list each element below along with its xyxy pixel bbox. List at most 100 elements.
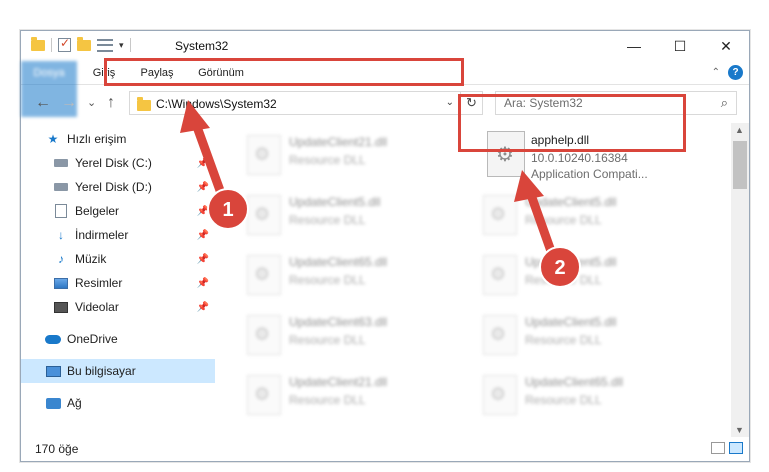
- sidebar-item-label: Bu bilgisayar: [67, 364, 136, 378]
- tiles-view-icon[interactable]: [729, 442, 743, 454]
- pictures-icon: [53, 275, 69, 291]
- sidebar-item-label: Ağ: [67, 396, 82, 410]
- folder-icon: [137, 97, 151, 111]
- list-item[interactable]: UpdateClient63.dll Resource DLL: [243, 309, 473, 365]
- file-name: UpdateClient5.dll: [525, 255, 617, 269]
- file-highlight-box: [458, 94, 686, 152]
- download-icon: ↓: [58, 228, 64, 242]
- sidebar-item-label: OneDrive: [67, 332, 118, 346]
- disk-icon: [53, 179, 69, 195]
- sidebar-item-this-pc[interactable]: Bu bilgisayar: [21, 359, 215, 383]
- sidebar-item-videos[interactable]: Videolar 📌: [21, 295, 215, 319]
- list-item[interactable]: UpdateClient21.dll Resource DLL: [243, 129, 473, 185]
- sidebar-item-documents[interactable]: Belgeler 📌: [21, 199, 215, 223]
- address-highlight-box: [104, 58, 464, 86]
- file-version: 10.0.10240.16384: [531, 151, 628, 165]
- folder-icon: [31, 36, 45, 51]
- file-name: UpdateClient5.dll: [525, 195, 617, 209]
- file-type: Resource DLL: [289, 153, 366, 167]
- pin-icon[interactable]: 📌: [197, 254, 209, 265]
- properties-icon[interactable]: [58, 36, 71, 52]
- navigation-pane: ★ Hızlı erişim Yerel Disk (C:) 📌 Yerel D…: [21, 123, 215, 437]
- file-name: UpdateClient65.dll: [525, 375, 624, 389]
- sidebar-item-onedrive[interactable]: OneDrive: [21, 327, 215, 351]
- dll-file-icon: [483, 375, 517, 415]
- pin-icon[interactable]: 📌: [197, 206, 209, 217]
- file-type: Resource DLL: [289, 393, 366, 407]
- list-item[interactable]: UpdateClient21.dll Resource DLL: [243, 369, 473, 425]
- sidebar-item-local-disk-c[interactable]: Yerel Disk (C:) 📌: [21, 151, 215, 175]
- videos-icon: [53, 299, 69, 315]
- forward-button[interactable]: →: [61, 94, 77, 112]
- file-description: Application Compati...: [531, 167, 648, 181]
- chevron-down-icon[interactable]: ▾: [119, 40, 124, 51]
- minimize-button[interactable]: —: [611, 31, 657, 61]
- list-item[interactable]: UpdateClient5.dll Resource DLL: [479, 189, 709, 245]
- sidebar-item-downloads[interactable]: ↓ İndirmeler 📌: [21, 223, 215, 247]
- ribbon-controls: ⌃ ?: [712, 65, 743, 80]
- sidebar-item-label: Belgeler: [75, 204, 120, 218]
- sidebar-item-pictures[interactable]: Resimler 📌: [21, 271, 215, 295]
- sidebar-item-music[interactable]: ♪ Müzik 📌: [21, 247, 215, 271]
- search-icon[interactable]: ⌕: [721, 95, 728, 111]
- quick-access-toolbar: ▾: [31, 36, 131, 52]
- dll-file-icon: [247, 315, 281, 355]
- list-item[interactable]: UpdateClient5.dll Resource DLL: [479, 309, 709, 365]
- list-item[interactable]: UpdateClient65.dll Resource DLL: [243, 249, 473, 305]
- dll-file-icon: [483, 255, 517, 295]
- file-name: UpdateClient5.dll: [525, 315, 617, 329]
- network-icon: [45, 395, 61, 411]
- sidebar-item-label: Hızlı erişim: [67, 132, 127, 146]
- pin-icon[interactable]: 📌: [197, 158, 209, 169]
- sidebar-item-label: Yerel Disk (C:): [75, 156, 152, 170]
- sidebar-item-local-disk-d[interactable]: Yerel Disk (D:) 📌: [21, 175, 215, 199]
- pin-icon[interactable]: 📌: [197, 278, 209, 289]
- file-name: UpdateClient21.dll: [289, 135, 388, 149]
- file-type: Resource DLL: [289, 273, 366, 287]
- chevron-up-icon[interactable]: ⌃: [712, 67, 720, 78]
- window-controls: — ☐ ✕: [611, 31, 749, 61]
- scroll-down-icon[interactable]: ▼: [735, 425, 744, 435]
- dll-file-icon: [247, 375, 281, 415]
- customize-icon[interactable]: [97, 38, 113, 52]
- address-bar[interactable]: C:\Windows\System32 ⌄ ↻: [129, 91, 483, 115]
- music-icon: ♪: [58, 252, 64, 266]
- new-folder-icon[interactable]: [77, 36, 91, 51]
- cloud-icon: [45, 331, 61, 347]
- sidebar-item-label: Resimler: [75, 276, 123, 290]
- sidebar-item-label: Yerel Disk (D:): [75, 180, 152, 194]
- dll-file-icon: [247, 195, 281, 235]
- pin-icon[interactable]: 📌: [197, 182, 209, 193]
- list-item[interactable]: UpdateClient5.dll Resource DLL: [243, 189, 473, 245]
- maximize-button[interactable]: ☐: [657, 31, 703, 61]
- file-type: Resource DLL: [289, 333, 366, 347]
- file-name: UpdateClient21.dll: [289, 375, 388, 389]
- sidebar-item-network[interactable]: Ağ: [21, 391, 215, 415]
- vertical-scrollbar[interactable]: ▲ ▼: [731, 123, 749, 437]
- recent-locations-button[interactable]: ⌄: [87, 96, 96, 109]
- list-item[interactable]: UpdateClient65.dll Resource DLL: [479, 369, 709, 425]
- sidebar-item-quick-access[interactable]: ★ Hızlı erişim: [21, 127, 215, 151]
- file-type: Resource DLL: [525, 393, 602, 407]
- scrollbar-thumb[interactable]: [733, 141, 747, 189]
- computer-icon: [45, 363, 61, 379]
- details-view-icon[interactable]: [711, 442, 725, 454]
- chevron-down-icon[interactable]: ⌄: [446, 97, 454, 108]
- document-icon: [53, 203, 69, 219]
- pin-icon[interactable]: 📌: [197, 302, 209, 313]
- help-icon[interactable]: ?: [728, 65, 743, 80]
- pin-icon[interactable]: 📌: [197, 230, 209, 241]
- status-bar: 170 öğe: [21, 437, 749, 461]
- scroll-up-icon[interactable]: ▲: [735, 125, 744, 135]
- dll-file-icon: [483, 315, 517, 355]
- star-icon: ★: [47, 132, 59, 146]
- back-button[interactable]: ←: [35, 94, 51, 112]
- close-button[interactable]: ✕: [703, 31, 749, 61]
- list-item[interactable]: UpdateClient5.dll Resource DLL: [479, 249, 709, 305]
- dll-file-icon: [483, 195, 517, 235]
- file-type: Resource DLL: [525, 213, 602, 227]
- file-type: Resource DLL: [525, 273, 602, 287]
- address-path: C:\Windows\System32: [156, 97, 277, 111]
- up-button[interactable]: ↑: [107, 94, 115, 112]
- item-count: 170 öğe: [35, 442, 79, 456]
